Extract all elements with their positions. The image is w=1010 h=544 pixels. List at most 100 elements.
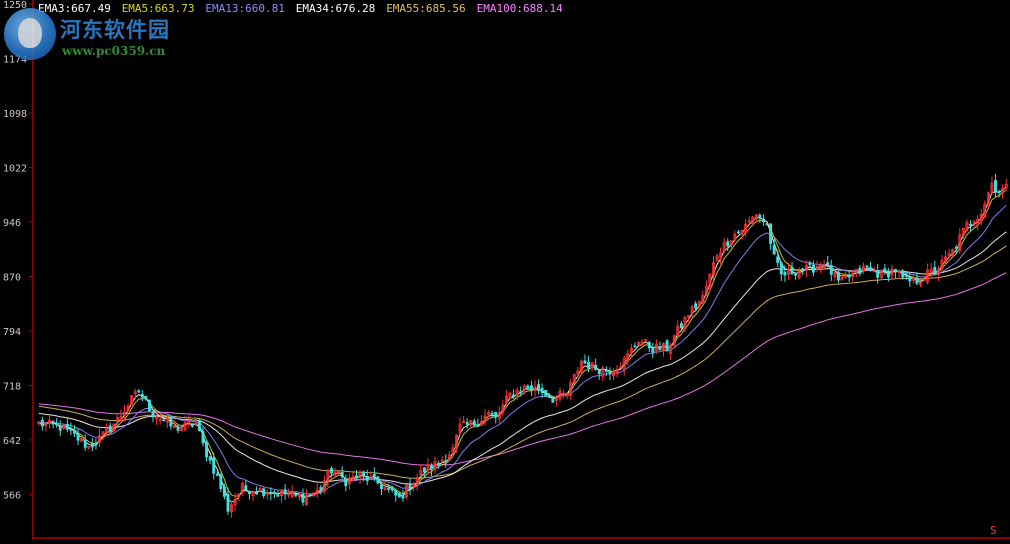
candle-body <box>205 442 209 458</box>
candle-body <box>212 457 216 474</box>
candle-body <box>226 493 230 512</box>
candle-body <box>794 273 798 276</box>
candle-body <box>811 264 815 273</box>
candle-body <box>872 270 876 273</box>
y-tick-label: 946 <box>3 218 21 229</box>
candle-body <box>222 486 226 497</box>
candle-body <box>147 399 151 411</box>
y-tick-label: 566 <box>3 490 21 501</box>
legend-item: EMA13:660.81 <box>205 2 284 15</box>
candle-body <box>551 397 555 403</box>
candle-body <box>262 488 266 496</box>
candle-body <box>537 384 541 391</box>
candle-body <box>758 215 762 219</box>
candle-body <box>169 417 173 427</box>
ema-line-ema55 <box>38 245 1007 479</box>
candle-body <box>519 391 523 394</box>
candle-body <box>540 387 544 393</box>
candle-body <box>330 468 333 474</box>
candle-body <box>90 443 94 448</box>
candle-body <box>269 491 273 495</box>
candle-body <box>51 420 55 425</box>
candle-body <box>694 303 698 309</box>
candle-body <box>140 393 144 398</box>
candle-body <box>587 362 591 369</box>
candle-body <box>190 423 194 427</box>
candle-body <box>219 474 223 490</box>
candle-body <box>894 268 898 272</box>
legend-item: EMA3:667.49 <box>38 2 111 15</box>
candle-body <box>826 262 830 265</box>
candle-body <box>954 246 958 249</box>
candle-body <box>94 443 98 446</box>
candle-body <box>876 270 880 278</box>
candle-body <box>372 473 376 477</box>
candle-body <box>401 495 405 499</box>
candle-body <box>908 276 912 282</box>
candlestick-chart: 1250 1174 1098 1022 946 870 794 718 642 566 EMA3:6… <box>0 0 1010 540</box>
chart-canvas: 1250 1174 1098 1022 946 870 794 718 642 566 EMA3:6… <box>3 0 1010 540</box>
candle-body <box>387 487 391 490</box>
candle-body <box>512 394 516 398</box>
candle-body <box>790 266 794 275</box>
candle-body <box>283 489 287 495</box>
candle-body <box>608 371 612 375</box>
candle-body <box>761 218 765 223</box>
candle-body <box>829 265 833 275</box>
candle-body <box>726 241 730 247</box>
candle-body <box>65 423 69 430</box>
candle-body <box>801 268 805 272</box>
candle-body <box>144 395 148 400</box>
legend-item: EMA55:685.56 <box>386 2 465 15</box>
candle-body <box>76 432 80 441</box>
y-tick-label: 1174 <box>3 54 27 65</box>
candle-body <box>340 472 344 478</box>
candle-body <box>362 471 366 476</box>
candle-body <box>465 422 469 425</box>
candle-body <box>376 476 380 484</box>
candle-body <box>969 223 972 226</box>
candle-body <box>476 424 480 427</box>
candle-body <box>490 412 494 415</box>
candle-body <box>772 244 776 255</box>
candle-body <box>665 340 669 352</box>
candle-body <box>355 475 358 479</box>
candle-body <box>444 460 448 463</box>
candle-body <box>319 487 323 490</box>
candle-body <box>197 420 201 432</box>
candle-body <box>883 268 887 272</box>
candle-body <box>176 426 180 431</box>
y-tick-label: 870 <box>3 272 21 283</box>
y-tick-label: 794 <box>3 327 21 338</box>
candle-body <box>397 493 401 498</box>
candle-body <box>58 426 62 431</box>
candle-body <box>215 473 219 476</box>
candle-body <box>380 484 383 489</box>
candle-body <box>836 271 840 281</box>
candle-body <box>472 420 476 426</box>
candle-body <box>365 476 369 481</box>
candle-body <box>83 439 87 448</box>
candle-body <box>869 267 873 270</box>
y-tick-label: 642 <box>3 436 21 447</box>
candle-body <box>526 385 530 389</box>
candle-body <box>604 369 608 372</box>
candle-body <box>69 428 73 431</box>
candle-body <box>208 456 212 461</box>
candle-body <box>769 223 773 244</box>
candle-body <box>255 492 259 495</box>
candle-body <box>344 478 348 487</box>
y-tick-label: 1098 <box>3 109 27 120</box>
candle-body <box>886 270 890 278</box>
legend-item: EMA34:676.28 <box>296 2 375 15</box>
candle-body <box>901 270 905 278</box>
candle-body <box>547 395 551 399</box>
candle-body <box>151 412 155 417</box>
candle-body <box>40 419 44 427</box>
ema-line-ema3 <box>38 186 1007 503</box>
candle-body <box>997 191 1001 194</box>
candle-body <box>301 493 305 503</box>
candle-body <box>422 467 426 473</box>
candle-body <box>865 265 869 268</box>
candle-body <box>737 231 740 234</box>
